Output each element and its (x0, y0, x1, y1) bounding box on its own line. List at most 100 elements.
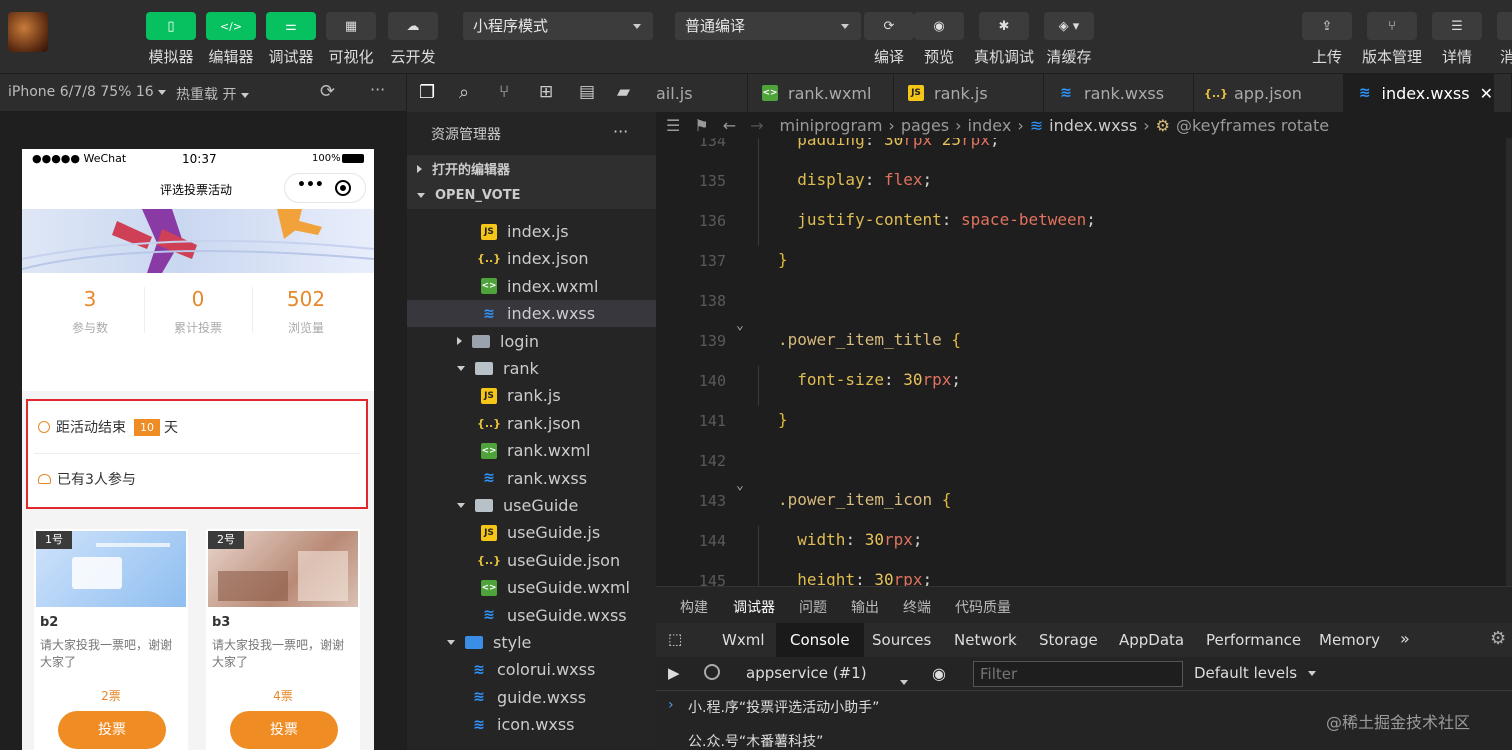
vote-button[interactable]: 投票 (58, 711, 166, 749)
devtools-tab[interactable]: Memory (1319, 623, 1380, 657)
close-circle-icon[interactable] (335, 180, 351, 196)
back-arrow-icon[interactable]: ← (723, 116, 736, 135)
tree-folder[interactable]: login (407, 328, 657, 355)
tab-index-wxss[interactable]: ≋ index.wxss ✕ (1344, 74, 1494, 112)
breadcrumb-item[interactable]: pages (901, 116, 949, 135)
tree-file[interactable]: ≋ colorui.wxss (407, 656, 657, 683)
message-button[interactable] (1497, 12, 1512, 40)
panel-tab[interactable]: 调试器 (733, 597, 775, 625)
tab-detail-js[interactable]: ail.js (656, 74, 748, 112)
tree-file[interactable]: JS rank.js (407, 382, 657, 409)
extensions-icon[interactable]: ⊞ (539, 82, 553, 102)
tree-file[interactable]: ≋ useGuide.wxss (407, 602, 657, 629)
breadcrumb-item[interactable]: index (968, 116, 1012, 135)
bookmark-icon[interactable]: ⚑ (694, 116, 708, 135)
inspect-icon[interactable]: ⬚ (668, 630, 682, 648)
candidate-card[interactable]: 2号 b3 请大家投我一票吧，谢谢大家了 4票 投票 (206, 529, 360, 750)
editor-button[interactable]: </> (206, 12, 256, 40)
tree-folder[interactable]: rank (407, 355, 657, 382)
vote-button[interactable]: 投票 (230, 711, 338, 749)
panel-tab[interactable]: 问题 (799, 597, 827, 617)
rotate-icon[interactable]: ⟳ (320, 81, 335, 102)
sidebar-toggle-icon[interactable]: ▶ (668, 664, 680, 682)
user-avatar[interactable] (8, 12, 48, 52)
tab-rank-wxss[interactable]: ≋ rank.wxss (1044, 74, 1194, 112)
tree-file[interactable]: <> index.wxml (407, 273, 657, 300)
devtools-tab[interactable]: Wxml (722, 623, 765, 657)
eye-icon[interactable]: ◉ (932, 664, 946, 683)
docker-icon[interactable]: ▰ (617, 82, 630, 102)
cloud-dev-button[interactable]: ☁ (388, 12, 438, 40)
tree-file[interactable]: {..} rank.json (407, 410, 657, 437)
tree-file[interactable]: <> useGuide.wxml (407, 574, 657, 601)
tree-file[interactable]: ≋ guide.wxss (407, 684, 657, 711)
search-icon[interactable]: ⌕ (459, 82, 469, 103)
tree-file[interactable]: ≋ rank.wxss (407, 465, 657, 492)
panel-tab[interactable]: 构建 (680, 597, 708, 617)
storage-icon[interactable]: ▤ (579, 82, 595, 102)
preview-button[interactable]: ◉ (914, 12, 964, 40)
clear-console-icon[interactable] (704, 664, 720, 680)
device-debug-button[interactable]: ✱ (979, 12, 1029, 40)
tree-folder[interactable]: useGuide (407, 492, 657, 519)
open-editors-section[interactable]: 打开的编辑器 (407, 155, 657, 182)
devtools-tab[interactable]: Storage (1039, 623, 1098, 657)
devtools-tab[interactable]: Sources (872, 623, 931, 657)
gear-icon[interactable]: ⚙ (1490, 628, 1506, 649)
device-select[interactable]: iPhone 6/7/8 75% 16 (8, 84, 167, 100)
mode-select[interactable]: 小程序模式 (463, 12, 653, 40)
tab-overflow[interactable] (1494, 74, 1512, 112)
close-icon[interactable]: ✕ (1480, 84, 1493, 103)
details-button[interactable]: ☰ (1432, 12, 1482, 40)
breadcrumb-item[interactable]: miniprogram (780, 116, 883, 135)
simulator-button[interactable]: ▯ (146, 12, 196, 40)
devtools-tab[interactable]: Console (776, 623, 864, 657)
log-levels-select[interactable]: Default levels (1194, 664, 1316, 682)
hot-reload-toggle[interactable]: 热重载 开 (176, 84, 249, 104)
minimap[interactable] (1506, 138, 1512, 586)
source-control-icon[interactable]: ⑂ (499, 82, 509, 102)
explorer-more[interactable]: ··· (613, 122, 628, 141)
compile-button[interactable]: ⟳ (864, 12, 914, 40)
panel-tab[interactable]: 代码质量 (955, 597, 1011, 617)
panel-tab[interactable]: 终端 (903, 597, 931, 617)
debugger-button[interactable]: ⚌ (266, 12, 316, 40)
fold-chevron-icon[interactable]: ⌄ (736, 318, 744, 333)
project-section[interactable]: OPEN_VOTE (407, 182, 657, 209)
tab-rank-js[interactable]: JS rank.js (894, 74, 1044, 112)
compile-select[interactable]: 普通编译 (675, 12, 861, 40)
capsule-menu[interactable]: ••• (284, 173, 366, 203)
tree-file[interactable]: ≋ index.wxss (407, 300, 657, 328)
breadcrumb-item[interactable]: index.wxss (1049, 116, 1137, 135)
candidate-card[interactable]: 1号 b2 请大家投我一票吧，谢谢大家了 2票 投票 (34, 529, 188, 750)
more-icon[interactable]: ··· (370, 80, 385, 99)
console-output[interactable]: › 小.程.序“投票评选活动小助手” 公.众.号“木番薯科技” @稀土掘金技术社… (656, 691, 1512, 750)
panel-tab[interactable]: 输出 (851, 597, 879, 617)
context-select[interactable]: appservice (#1) (746, 664, 867, 682)
more-tabs-icon[interactable]: » (1400, 629, 1410, 648)
console-filter-input[interactable] (973, 661, 1183, 687)
forward-arrow-icon[interactable]: → (750, 116, 763, 135)
breadcrumb-item[interactable]: @keyframes rotate (1176, 116, 1329, 135)
tree-file[interactable]: ≋ icon.wxss (407, 711, 657, 738)
tree-file[interactable]: JS index.js (407, 218, 657, 245)
tree-folder[interactable]: style (407, 629, 657, 656)
version-button[interactable]: ⑂ (1367, 12, 1417, 40)
fold-chevron-icon[interactable]: ⌄ (736, 478, 744, 493)
tree-file[interactable]: JS useGuide.js (407, 519, 657, 546)
tree-file[interactable]: {..} index.json (407, 245, 657, 272)
upload-button[interactable]: ⇪ (1302, 12, 1352, 40)
more-dots-icon[interactable]: ••• (297, 177, 324, 193)
devtools-tab[interactable]: Network (954, 623, 1017, 657)
code-editor[interactable]: 134 padding: 30rpx 25rpx; 135 display: fl… (656, 138, 1512, 586)
tab-app-json[interactable]: {..} app.json (1194, 74, 1344, 112)
files-icon[interactable]: ❐ (419, 82, 435, 103)
clear-cache-button[interactable]: ◈ ▾ (1044, 12, 1094, 40)
tab-rank-wxml[interactable]: <> rank.wxml (748, 74, 894, 112)
visualize-button[interactable]: ▦ (326, 12, 376, 40)
tree-file[interactable]: <> rank.wxml (407, 437, 657, 464)
devtools-tab[interactable]: AppData (1119, 623, 1184, 657)
tree-file[interactable]: {..} useGuide.json (407, 547, 657, 574)
list-icon[interactable]: ☰ (666, 116, 680, 135)
devtools-tab[interactable]: Performance (1206, 623, 1301, 657)
